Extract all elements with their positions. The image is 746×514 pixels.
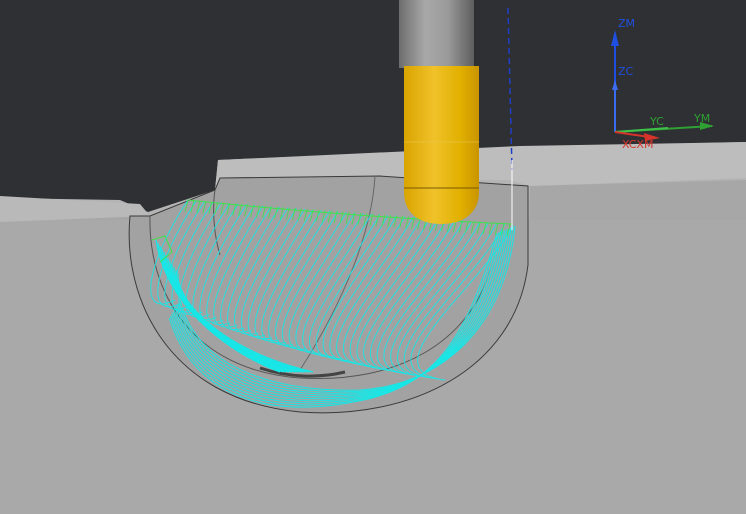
ym-label: YM bbox=[693, 112, 710, 125]
zc-label: ZC bbox=[618, 65, 634, 78]
yc-label: YC bbox=[649, 115, 664, 128]
xcxm-label: XCXM bbox=[622, 138, 653, 151]
tool-shank bbox=[404, 66, 479, 190]
cam-scene[interactable]: ZM ZC YC YM XCXM bbox=[0, 0, 746, 514]
tool-holder bbox=[399, 0, 474, 68]
zm-label: ZM bbox=[618, 17, 635, 30]
graphics-viewport[interactable]: ZM ZC YC YM XCXM bbox=[0, 0, 746, 514]
ball-end-mill[interactable] bbox=[399, 0, 479, 224]
